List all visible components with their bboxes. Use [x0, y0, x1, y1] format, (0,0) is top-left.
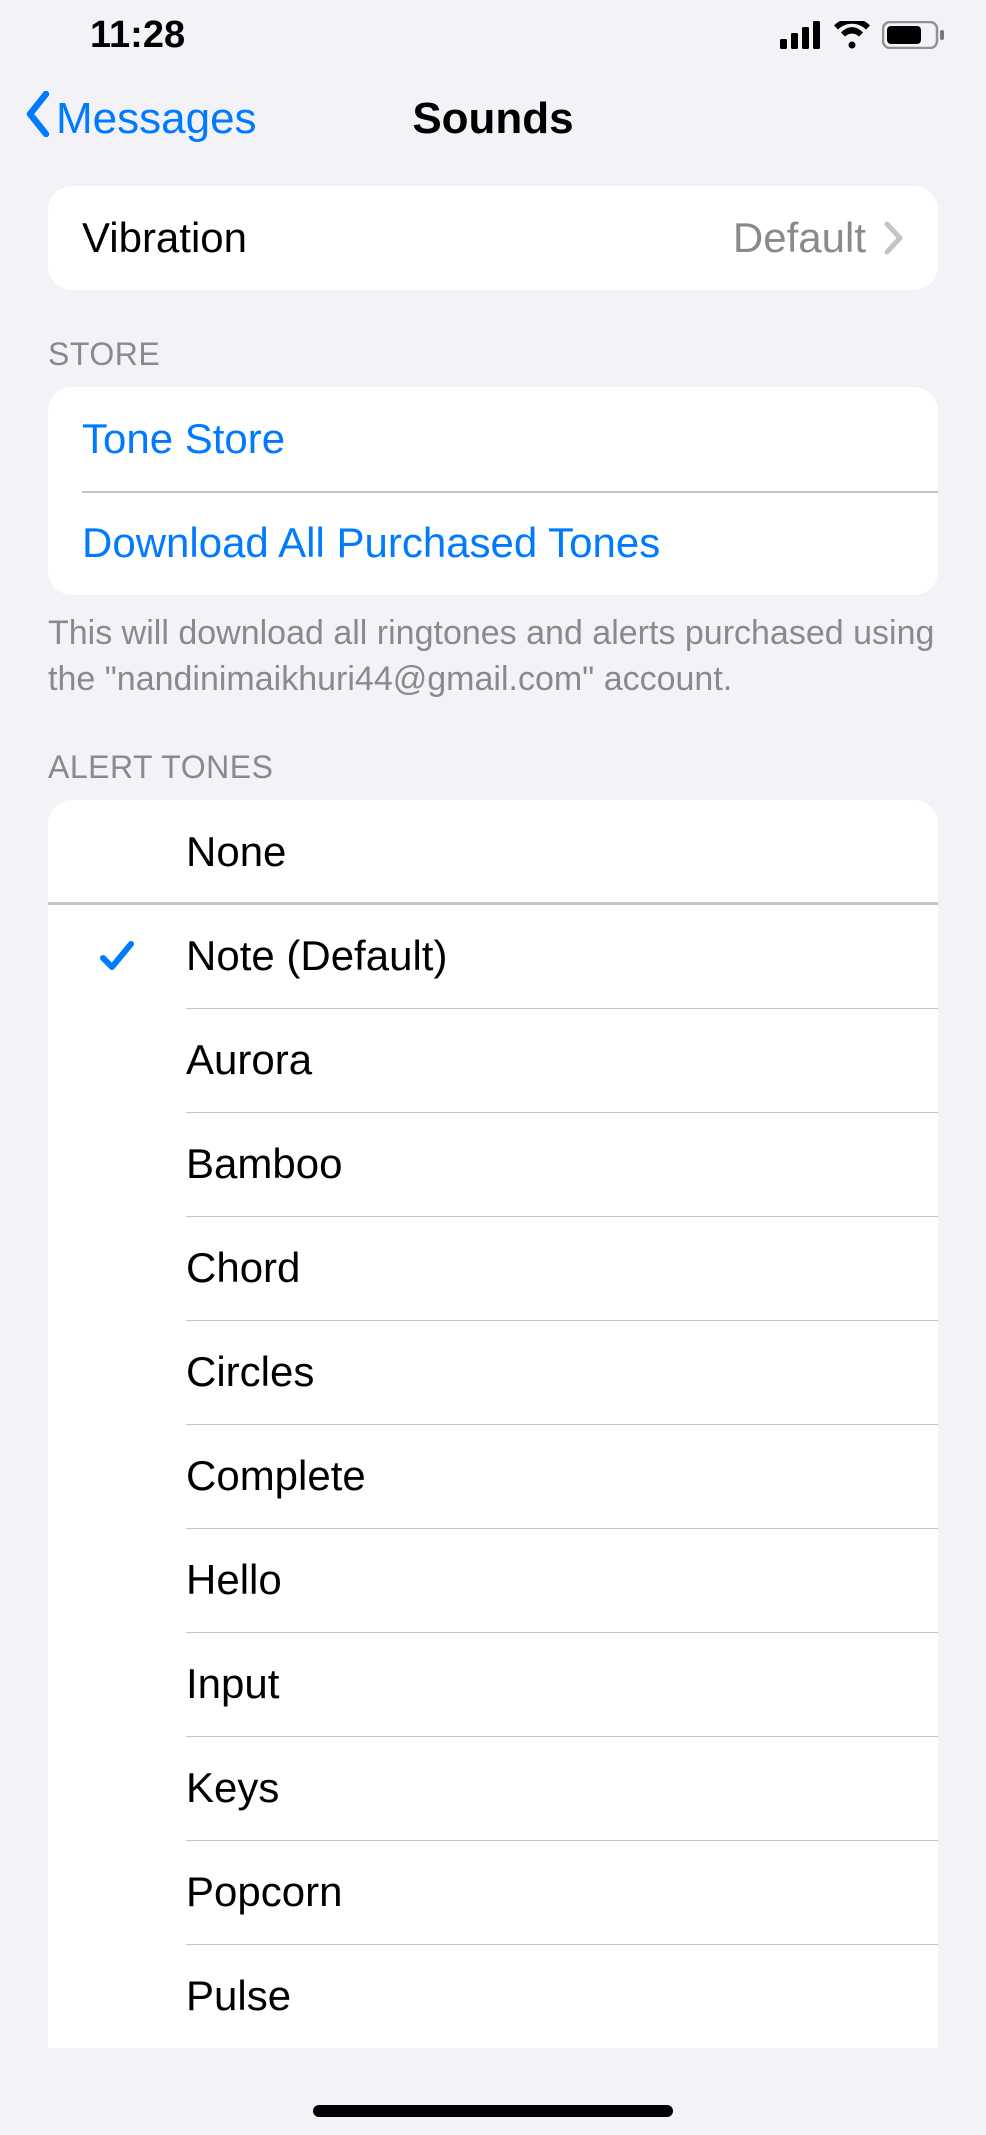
alert-tone-row[interactable]: Aurora	[48, 1008, 938, 1112]
alert-tone-label: Chord	[186, 1244, 904, 1292]
status-right	[780, 21, 946, 49]
alert-tone-label: Popcorn	[186, 1868, 904, 1916]
alert-tone-row[interactable]: Keys	[48, 1736, 938, 1840]
vibration-row[interactable]: Vibration Default	[48, 186, 938, 290]
alert-tones-list: None Note (Default) Aurora Bamboo Chord Circl…	[48, 800, 938, 2048]
status-time: 11:28	[90, 14, 185, 57]
nav-bar: Messages Sounds	[0, 70, 986, 168]
status-bar: 11:28	[0, 0, 986, 70]
back-button[interactable]: Messages	[24, 91, 257, 148]
alert-tone-label: Complete	[186, 1452, 904, 1500]
chevron-right-icon	[884, 221, 904, 255]
download-all-row[interactable]: Download All Purchased Tones	[48, 491, 938, 595]
tone-store-row[interactable]: Tone Store	[48, 387, 938, 491]
alert-tone-row[interactable]: Complete	[48, 1424, 938, 1528]
store-footer: This will download all ringtones and ale…	[48, 595, 938, 703]
alert-tones-header: ALERT TONES	[0, 749, 986, 800]
alert-tone-row[interactable]: None	[48, 800, 938, 904]
vibration-label: Vibration	[82, 214, 733, 262]
download-all-label: Download All Purchased Tones	[82, 519, 660, 567]
alert-tone-row[interactable]: Bamboo	[48, 1112, 938, 1216]
wifi-icon	[832, 21, 872, 49]
alert-tone-row[interactable]: Chord	[48, 1216, 938, 1320]
back-label: Messages	[56, 94, 257, 144]
store-header: STORE	[48, 336, 938, 387]
home-indicator	[313, 2105, 673, 2117]
alert-tone-label: Bamboo	[186, 1140, 904, 1188]
check-icon	[48, 936, 186, 976]
alert-tone-label: Input	[186, 1660, 904, 1708]
alert-tone-label: Pulse	[186, 1972, 904, 2020]
alert-tone-label: Hello	[186, 1556, 904, 1604]
alert-tone-row[interactable]: Hello	[48, 1528, 938, 1632]
alert-tone-label: Circles	[186, 1348, 904, 1396]
alert-tone-label: None	[186, 828, 904, 876]
cellular-icon	[780, 21, 822, 49]
alert-tone-row[interactable]: Note (Default)	[48, 904, 938, 1008]
alert-tone-row[interactable]: Pulse	[48, 1944, 938, 2048]
battery-icon	[882, 21, 946, 49]
alert-tone-label: Aurora	[186, 1036, 904, 1084]
alert-tone-label: Note (Default)	[186, 932, 904, 980]
alert-tone-row[interactable]: Circles	[48, 1320, 938, 1424]
vibration-value: Default	[733, 214, 866, 262]
alert-tone-row[interactable]: Input	[48, 1632, 938, 1736]
alert-tone-row[interactable]: Popcorn	[48, 1840, 938, 1944]
alert-tone-label: Keys	[186, 1764, 904, 1812]
chevron-left-icon	[24, 91, 52, 148]
tone-store-label: Tone Store	[82, 415, 285, 463]
